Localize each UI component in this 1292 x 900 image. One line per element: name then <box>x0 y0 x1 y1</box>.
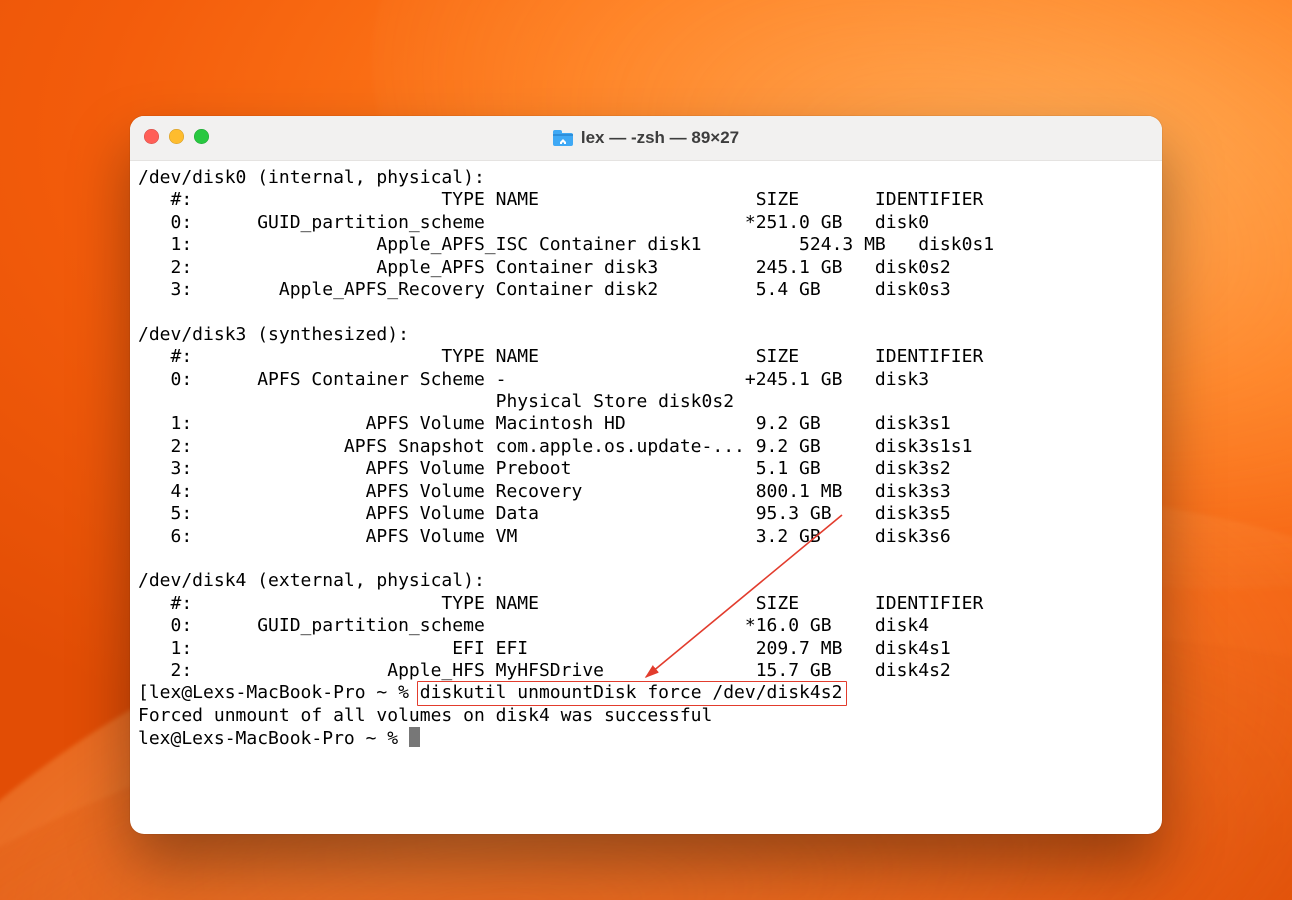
close-button[interactable] <box>144 129 159 144</box>
window-titlebar[interactable]: lex — -zsh — 89×27 <box>130 116 1162 161</box>
home-folder-icon <box>553 130 573 146</box>
window-title-text: lex — -zsh — 89×27 <box>581 128 739 148</box>
terminal-output: /dev/disk0 (internal, physical): #: TYPE… <box>138 167 1154 751</box>
maximize-button[interactable] <box>194 129 209 144</box>
terminal-cursor <box>409 727 420 747</box>
minimize-button[interactable] <box>169 129 184 144</box>
terminal-body[interactable]: /dev/disk0 (internal, physical): #: TYPE… <box>130 161 1162 761</box>
window-title: lex — -zsh — 89×27 <box>553 128 739 148</box>
traffic-lights <box>144 129 209 144</box>
terminal-window: lex — -zsh — 89×27 /dev/disk0 (internal,… <box>130 116 1162 834</box>
